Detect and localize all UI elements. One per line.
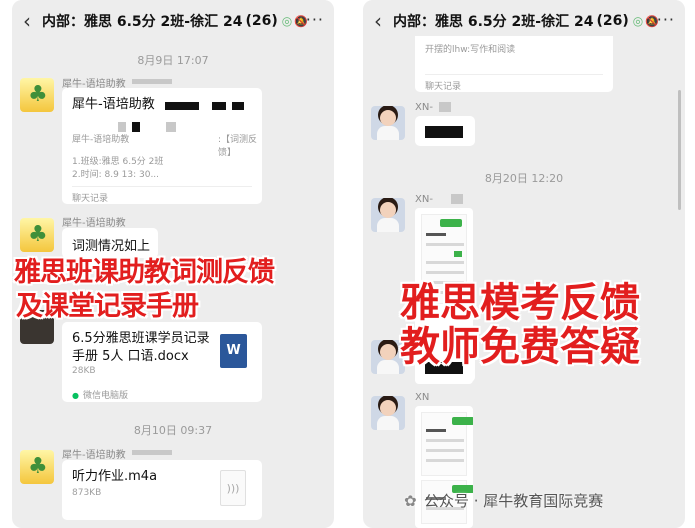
timestamp: 8月9日 17:07 xyxy=(137,54,209,67)
file-size: 873KB xyxy=(72,488,102,498)
word-doc-icon: W xyxy=(220,334,247,368)
report-text xyxy=(426,439,464,442)
audio-file-icon: ))) xyxy=(220,470,246,506)
chat-title: 内部：雅思 6.5分 2班-徐汇 24 xyxy=(393,14,594,30)
group-chat-icon: ◎ xyxy=(281,14,293,28)
audio-file-message[interactable]: 听力作业.m4a 873KB ))) xyxy=(62,460,262,520)
report-text xyxy=(426,459,464,462)
card-tag: :【词测反馈】 xyxy=(218,135,258,158)
sender-name: 犀牛-语培助教 xyxy=(62,218,126,229)
back-icon[interactable]: ‹ xyxy=(363,9,393,33)
timestamp: 8月10日 09:37 xyxy=(133,424,213,437)
report-text xyxy=(426,243,464,246)
group-chat-icon: ◎ xyxy=(632,14,644,28)
sender-name: XN xyxy=(415,392,430,403)
right-chat-screenshot: ‹ 内部：雅思 6.5分 2班-徐汇 24 (26) ◎ 🔕 ··· 开摆的lh… xyxy=(363,0,685,528)
file-size: 28KB xyxy=(72,366,96,376)
member-count: (26) xyxy=(245,13,278,29)
redaction xyxy=(132,122,140,132)
watermark: ✿ 公众号 · 犀牛教育国际竞赛 xyxy=(404,490,603,511)
chat-title: 内部：雅思 6.5分 2班-徐汇 24 xyxy=(42,14,243,30)
redaction xyxy=(212,102,226,110)
score-badge xyxy=(452,417,473,425)
watermark-text: 公众号 · 犀牛教育国际竞赛 xyxy=(424,492,604,510)
redaction xyxy=(166,122,176,132)
redaction xyxy=(439,102,451,112)
sender-name: 犀牛-语培助教 xyxy=(62,450,126,461)
report-text xyxy=(426,429,446,432)
overlay-caption: 教师免费答疑 xyxy=(400,324,640,370)
avatar[interactable] xyxy=(371,198,405,232)
card-line: 2.时间: 8.9 13: 30... xyxy=(72,170,160,180)
file-name: 6.5分雅思班课学员记录手册 5人 口语.docx xyxy=(72,331,210,364)
avatar[interactable] xyxy=(20,450,54,484)
wechat-official-account-icon: ✿ xyxy=(404,492,417,510)
more-options-icon[interactable]: ··· xyxy=(657,10,675,29)
avatar[interactable] xyxy=(371,106,405,140)
score-badge xyxy=(440,219,462,227)
redaction xyxy=(132,450,172,455)
redaction xyxy=(118,122,126,132)
card-line: 犀牛-语培助教 xyxy=(72,135,130,145)
overlay-caption: 及课堂记录手册 xyxy=(16,291,199,322)
avatar[interactable] xyxy=(20,218,54,252)
file-message[interactable]: 6.5分雅思班课学员记录手册 5人 口语.docx 28KB W 微信电脑版 xyxy=(62,322,262,402)
timestamp: 8月20日 12:20 xyxy=(484,172,564,185)
score-cell xyxy=(454,251,462,257)
card-footer: 聊天记录 xyxy=(72,186,252,204)
card-line: 1.班级:雅思 6.5分 2班 xyxy=(72,157,164,167)
source-label: 微信电脑版 xyxy=(72,388,128,401)
redaction xyxy=(425,126,463,138)
text-message[interactable] xyxy=(415,116,475,146)
chat-record-card[interactable]: 开摆的lhw:写作和阅读 聊天记录 xyxy=(415,36,613,92)
chat-header: ‹ 内部：雅思 6.5分 2班-徐汇 24 (26) ◎ 🔕 ··· xyxy=(12,0,334,42)
avatar[interactable] xyxy=(371,396,405,430)
file-name: 听力作业.m4a xyxy=(72,469,158,484)
sender-name: XN- xyxy=(415,102,433,113)
member-count: (26) xyxy=(596,13,629,29)
redaction xyxy=(165,102,199,110)
card-line: 开摆的lhw:写作和阅读 xyxy=(425,45,516,55)
avatar[interactable] xyxy=(20,78,54,112)
report-text xyxy=(426,233,446,236)
scrollbar[interactable] xyxy=(678,90,681,210)
card-footer: 聊天记录 xyxy=(425,74,603,92)
report-section xyxy=(421,412,473,476)
back-icon[interactable]: ‹ xyxy=(12,9,42,33)
report-text xyxy=(426,449,464,452)
sender-name: XN- xyxy=(415,194,433,205)
redaction xyxy=(232,102,244,110)
card-title: 犀牛-语培助教 xyxy=(72,97,155,112)
report-text xyxy=(426,261,464,264)
chat-record-card[interactable]: 犀牛-语培助教 犀牛-语培助教 :【词测反馈】 1.班级:雅思 6.5分 2班 … xyxy=(62,88,262,204)
redaction xyxy=(132,79,172,84)
redaction xyxy=(451,194,463,204)
more-options-icon[interactable]: ··· xyxy=(306,10,324,29)
